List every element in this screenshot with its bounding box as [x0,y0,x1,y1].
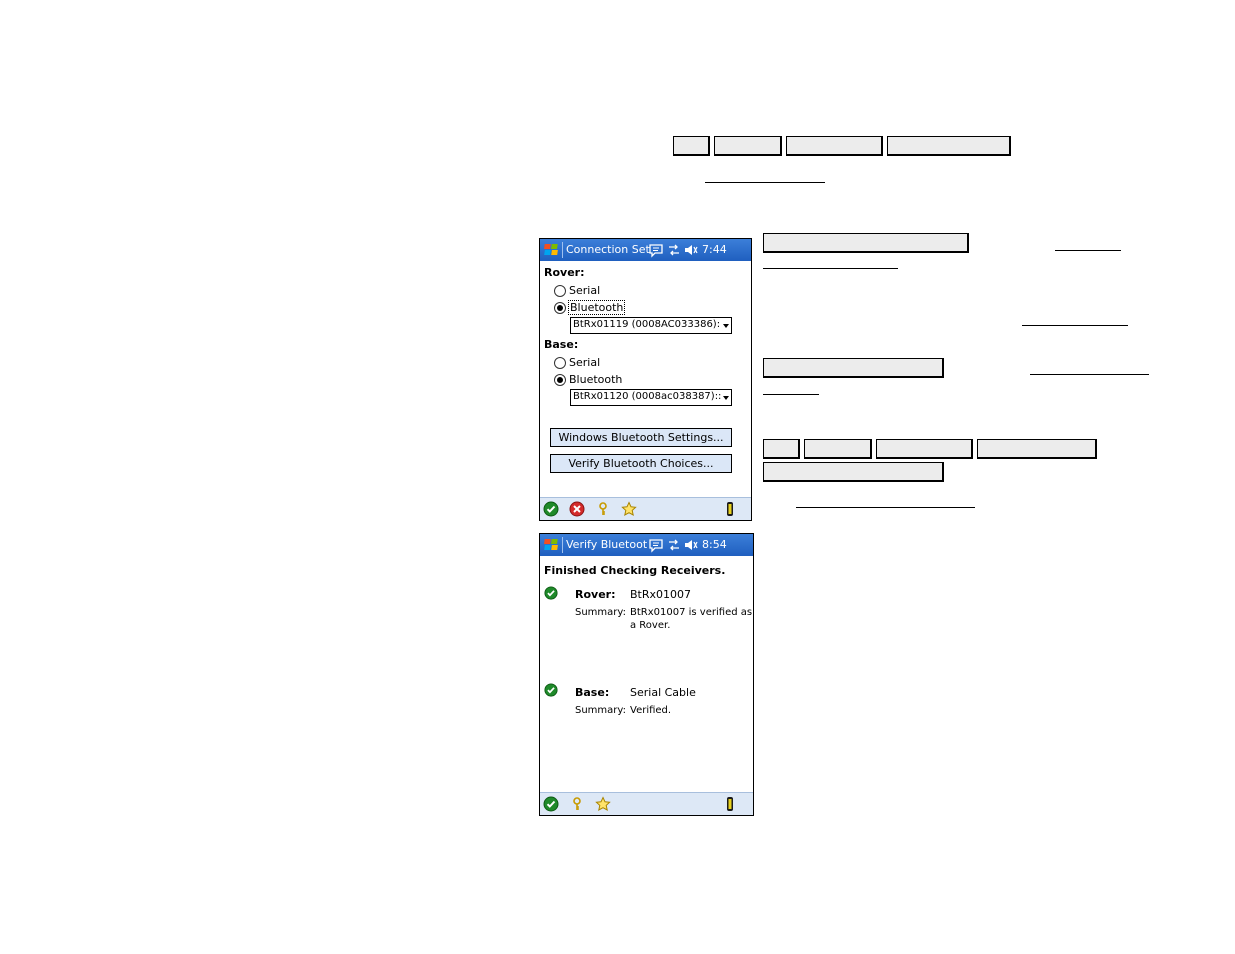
doc-button-2 [714,136,782,156]
check-circle-icon [544,586,558,600]
doc-button-5 [763,233,969,253]
rover-heading: Rover: [544,266,585,279]
base-summary-label: Summary: [575,705,626,716]
volume-icon[interactable] [683,242,699,258]
receiver-icon[interactable] [722,501,738,517]
doc-button-1 [673,136,710,156]
volume-icon[interactable] [683,537,699,553]
base-summary-value: Verified. [630,705,672,716]
doc-link-6 [763,394,819,395]
rover-device-select[interactable]: BtRx01119 (0008AC033386): [570,317,732,334]
connectivity-icon[interactable] [666,537,682,553]
connectivity-icon[interactable] [666,242,682,258]
rover-summary-line2: a Rover. [630,620,671,631]
doc-link-7 [796,507,975,508]
rover-device-value: BtRx01119 (0008AC033386): [573,319,721,330]
rover-summary-line1: BtRx01007 is verified as [630,607,753,618]
doc-button-7 [763,439,800,459]
bottom-toolbar [540,792,753,815]
base-serial-label[interactable]: Serial [569,356,600,369]
title-bar: Verify Bluetoot 8:54 [540,534,753,556]
rover-value: BtRx01007 [630,588,692,601]
base-heading: Base: [544,338,579,351]
title-separator [562,537,563,553]
clock[interactable]: 7:44 [702,243,727,256]
x-circle-icon[interactable] [569,501,585,517]
windows-bluetooth-settings-button[interactable]: Windows Bluetooth Settings... [550,428,732,447]
connection-settings-screen: Connection Set 7:44 Rover: Serial Blueto… [539,238,752,521]
doc-button-9 [876,439,973,459]
star-icon[interactable] [621,501,637,517]
verify-bluetooth-choices-button[interactable]: Verify Bluetooth Choices... [550,454,732,473]
base-bluetooth-label[interactable]: Bluetooth [569,373,622,386]
windows-start-icon[interactable] [543,242,561,258]
rover-summary-label: Summary: [575,607,626,618]
doc-button-4 [887,136,1011,156]
window-title: Connection Set [566,243,650,256]
doc-button-8 [804,439,872,459]
title-separator [562,242,563,258]
bottom-toolbar [540,497,751,520]
check-circle-icon[interactable] [543,796,559,812]
base-serial-radio[interactable] [554,357,566,369]
base-bluetooth-radio[interactable] [554,374,566,386]
check-circle-icon [544,683,558,697]
doc-link-1 [705,182,825,183]
notification-icon[interactable] [648,242,664,258]
star-icon[interactable] [595,796,611,812]
doc-button-6 [763,358,944,378]
title-bar: Connection Set 7:44 [540,239,751,261]
base-value: Serial Cable [630,686,696,699]
rover-bluetooth-label[interactable]: Bluetooth [568,300,626,315]
base-device-select[interactable]: BtRx01120 (0008ac038387):: [570,389,732,406]
doc-button-3 [786,136,883,156]
window-title: Verify Bluetoot [566,538,648,551]
status-heading: Finished Checking Receivers. [544,564,726,577]
clock[interactable]: 8:54 [702,538,727,551]
doc-link-4 [1022,325,1128,326]
doc-button-11 [763,462,944,482]
rover-bluetooth-radio[interactable] [554,302,566,314]
rover-serial-radio[interactable] [554,285,566,297]
doc-button-10 [977,439,1097,459]
key-icon[interactable] [595,501,611,517]
base-label: Base: [575,686,610,699]
receiver-icon[interactable] [722,796,738,812]
notification-icon[interactable] [648,537,664,553]
doc-link-2 [1055,250,1121,251]
chevron-down-icon [723,324,729,328]
verify-bluetooth-screen: Verify Bluetoot 8:54 Finished Checking R… [539,533,754,816]
key-icon[interactable] [569,796,585,812]
base-device-value: BtRx01120 (0008ac038387):: [573,391,722,402]
rover-serial-label[interactable]: Serial [569,284,600,297]
check-circle-icon[interactable] [543,501,559,517]
windows-start-icon[interactable] [543,537,561,553]
doc-link-3 [763,268,898,269]
chevron-down-icon [723,396,729,400]
rover-label: Rover: [575,588,616,601]
doc-link-5 [1030,374,1149,375]
